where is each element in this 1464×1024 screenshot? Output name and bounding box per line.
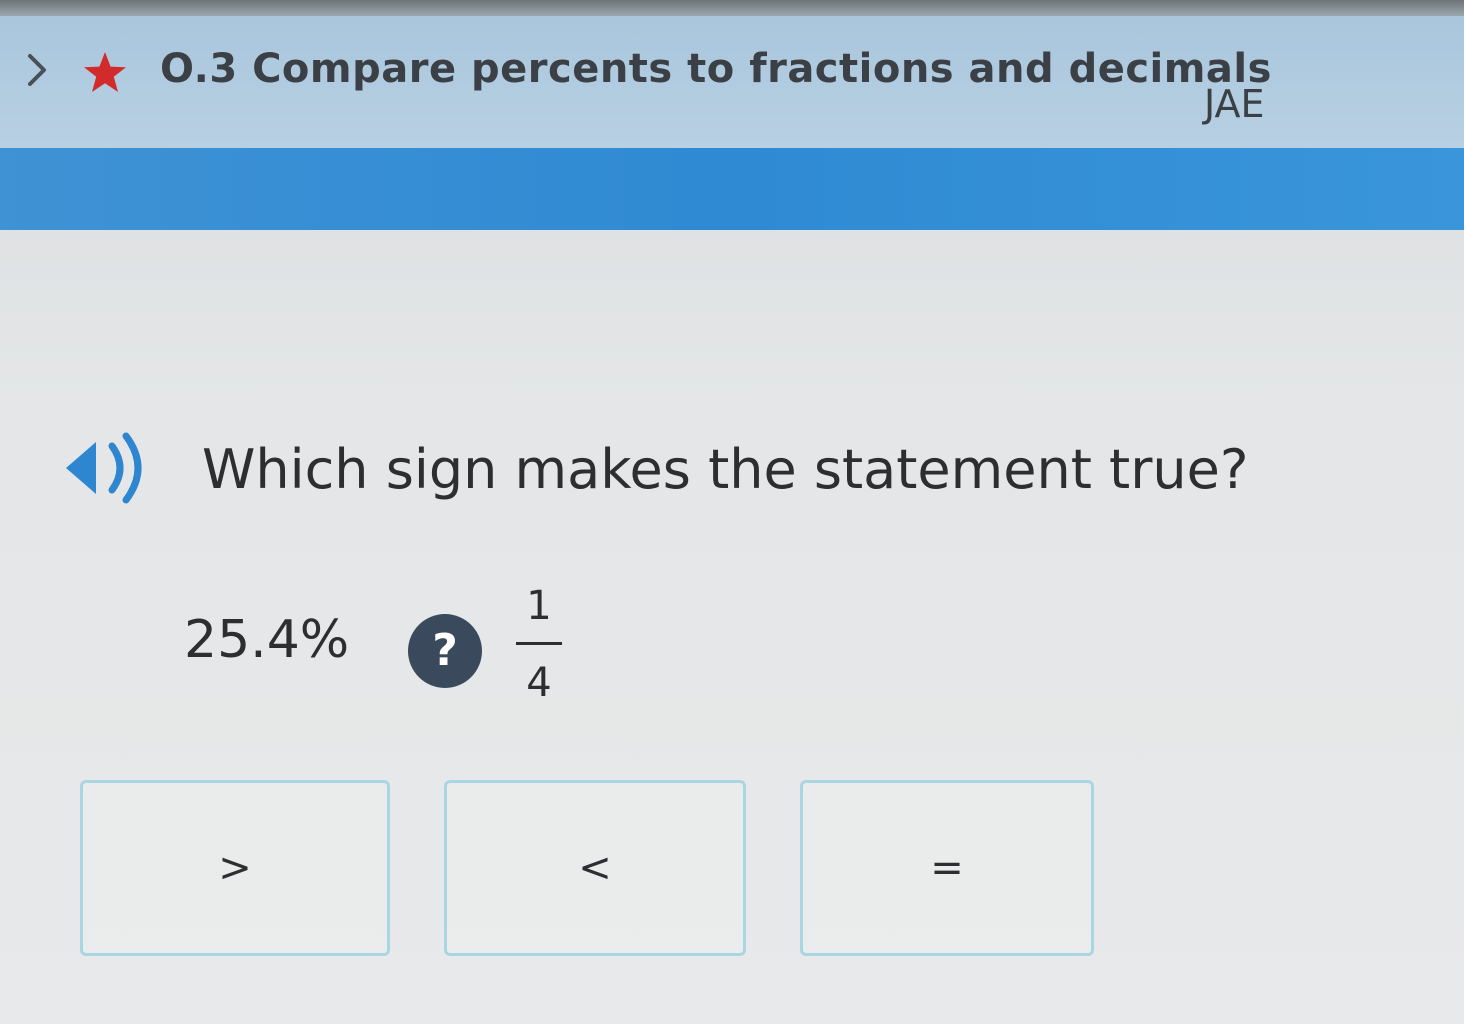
left-value: 25.4% xyxy=(184,610,350,670)
skill-code: JAE xyxy=(1204,82,1265,126)
choice-less-than-button[interactable]: < xyxy=(444,780,746,956)
fraction-denominator: 4 xyxy=(526,660,552,706)
fraction-bar xyxy=(516,642,562,645)
question-prompt: Which sign makes the statement true? xyxy=(202,438,1249,501)
chevron-right-icon[interactable] xyxy=(20,50,52,90)
unknown-sign-badge: ? xyxy=(408,614,482,688)
speaker-icon[interactable] xyxy=(60,428,160,508)
fraction-one-fourth: 1 4 xyxy=(512,580,566,709)
progress-bar xyxy=(0,148,1464,230)
choice-equal-label: = xyxy=(930,845,964,891)
choice-greater-than-label: > xyxy=(218,845,252,891)
browser-top-strip xyxy=(0,0,1464,16)
skill-title: O.3 Compare percents to fractions and de… xyxy=(160,46,1272,92)
star-icon[interactable] xyxy=(82,50,128,94)
choice-less-than-label: < xyxy=(578,845,612,891)
choice-equal-button[interactable]: = xyxy=(800,780,1094,956)
fraction-numerator: 1 xyxy=(526,583,552,629)
choice-greater-than-button[interactable]: > xyxy=(80,780,390,956)
